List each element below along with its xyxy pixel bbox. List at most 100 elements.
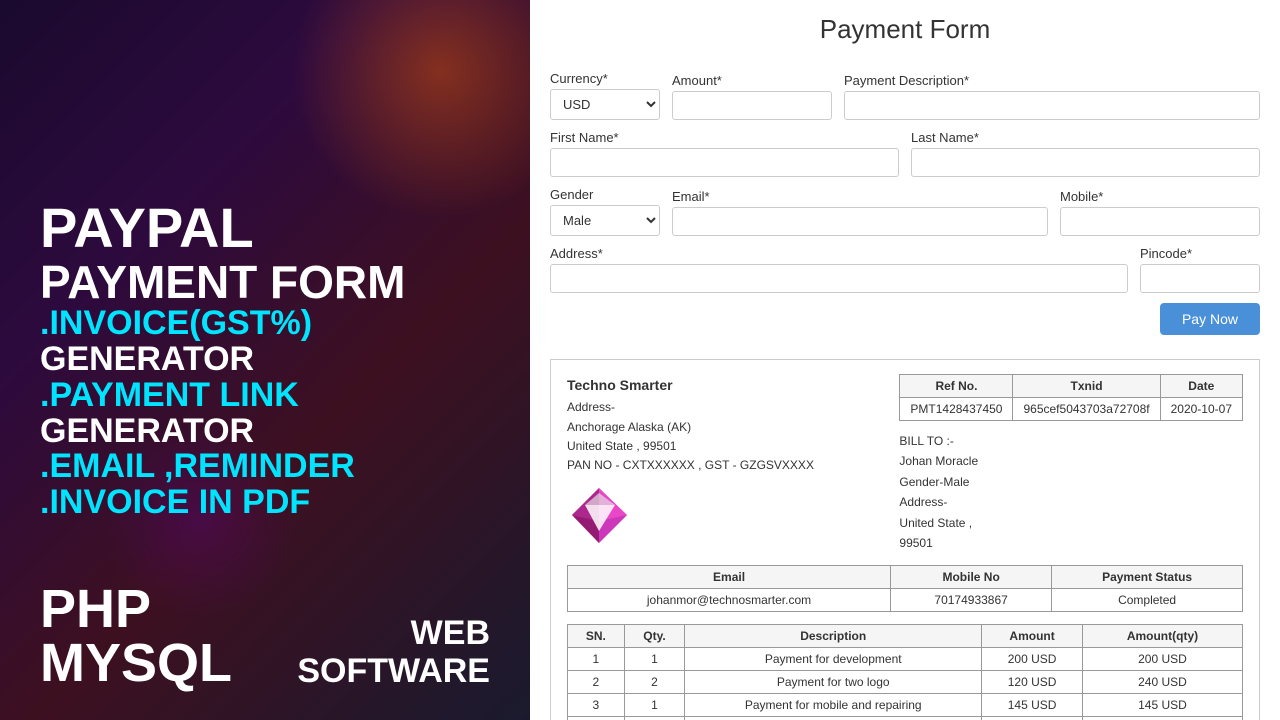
payment-desc-group: Payment Description* (844, 73, 1260, 120)
pincode-input[interactable] (1140, 264, 1260, 293)
gender-select[interactable]: Male Female Other (550, 205, 660, 236)
logo-area (567, 483, 814, 548)
payment-status-value: Completed (1052, 589, 1243, 612)
form-row-3: Gender Male Female Other Email* Mobile* (550, 187, 1260, 236)
left-content: PAYPAL PAYMENT FORM .INVOICE(GST%) GENER… (40, 199, 490, 520)
gender-group: Gender Male Female Other (550, 187, 660, 236)
item-qty: 1 (624, 648, 684, 671)
item-desc: Payment for development (685, 648, 982, 671)
ref-no-header: Ref No. (900, 375, 1013, 398)
right-panel: Payment Form Currency* USD EUR GBP INR A… (530, 0, 1280, 720)
date-value: 2020-10-07 (1160, 398, 1242, 421)
mobile-value: 70174933867 (891, 589, 1052, 612)
gender-label: Gender (550, 187, 660, 202)
lp-invoice-gst: .INVOICE(GST%) (40, 306, 490, 342)
address-group: Address* (550, 246, 1128, 293)
bill-name: Johan Moracle (899, 451, 1243, 471)
payment-status-header: Payment Status (1052, 566, 1243, 589)
mobile-input[interactable] (1060, 207, 1260, 236)
mobile-label: Mobile* (1060, 189, 1260, 204)
email-value: johanmor@technosmarter.com (568, 589, 891, 612)
currency-group: Currency* USD EUR GBP INR (550, 71, 660, 120)
invoice-header: Techno Smarter Address- Anchorage Alaska… (567, 374, 1243, 553)
firstname-group: First Name* (550, 130, 899, 177)
bill-to-label: BILL TO :- (899, 431, 1243, 451)
pincode-group: Pincode* (1140, 246, 1260, 293)
txnid-value: 965cef5043703a72708f (1013, 398, 1160, 421)
lp-generator1: GENERATOR (40, 342, 490, 378)
items-header-sn: SN. (568, 625, 625, 648)
item-sn: 3 (568, 694, 625, 717)
item-qty: 1 (624, 694, 684, 717)
item-sn: 2 (568, 671, 625, 694)
email-label: Email* (672, 189, 1048, 204)
left-bottom: PHPMYSQL WEBSOFTWARE (0, 582, 530, 690)
item-amount: 120 USD (982, 671, 1083, 694)
email-header: Email (568, 566, 891, 589)
item-amount: 145 USD (982, 694, 1083, 717)
lp-payment-form: PAYMENT FORM (40, 258, 490, 306)
bill-address: Address- (899, 492, 1243, 512)
lp-invoice-pdf: .INVOICE IN PDF (40, 485, 490, 521)
lp-payment-link: .PAYMENT LINK (40, 378, 490, 414)
ref-no-value: PMT1428437450 (900, 398, 1013, 421)
company-name: Techno Smarter (567, 374, 814, 396)
left-panel: PAYPAL PAYMENT FORM .INVOICE(GST%) GENER… (0, 0, 530, 720)
payment-form: Currency* USD EUR GBP INR Amount* Paymen… (550, 61, 1260, 359)
lp-email-reminder: .EMAIL ,REMINDER (40, 449, 490, 485)
items-header-desc: Description (685, 625, 982, 648)
mobile-header: Mobile No (891, 566, 1052, 589)
lastname-label: Last Name* (911, 130, 1260, 145)
item-amount: 200 USD (982, 648, 1083, 671)
invoice-section: Techno Smarter Address- Anchorage Alaska… (550, 359, 1260, 720)
email-group: Email* (672, 189, 1048, 236)
firstname-label: First Name* (550, 130, 899, 145)
form-row-2: First Name* Last Name* (550, 130, 1260, 177)
lp-generator2: GENERATOR (40, 414, 490, 450)
page-title: Payment Form (550, 14, 1260, 45)
items-header-amount-qty: Amount(qty) (1082, 625, 1242, 648)
item-sn: 1 (568, 648, 625, 671)
form-row-1: Currency* USD EUR GBP INR Amount* Paymen… (550, 71, 1260, 120)
table-row: 2 2 Payment for two logo 120 USD 240 USD (568, 671, 1243, 694)
items-header-qty: Qty. (624, 625, 684, 648)
currency-select[interactable]: USD EUR GBP INR (550, 89, 660, 120)
bill-to: BILL TO :- Johan Moracle Gender-Male Add… (899, 431, 1243, 553)
lastname-input[interactable] (911, 148, 1260, 177)
lp-paypal: PAYPAL (40, 199, 490, 258)
pincode-label: Pincode* (1140, 246, 1260, 261)
items-header-amount: Amount (982, 625, 1083, 648)
address-label: Address* (550, 246, 1128, 261)
company-country: United State , 99501 (567, 437, 814, 456)
lp-php-mysql: PHPMYSQL (40, 582, 232, 690)
lastname-group: Last Name* (911, 130, 1260, 177)
table-row: 3 1 Payment for mobile and repairing 145… (568, 694, 1243, 717)
item-desc: Payment for mobile and repairing (685, 694, 982, 717)
contact-table: Email Mobile No Payment Status johanmor@… (567, 565, 1243, 612)
mobile-group: Mobile* (1060, 189, 1260, 236)
payment-desc-input[interactable] (844, 91, 1260, 120)
firstname-input[interactable] (550, 148, 899, 177)
company-info: Techno Smarter Address- Anchorage Alaska… (567, 374, 814, 475)
item-desc: Payment for two logo (685, 671, 982, 694)
table-row: 1 1 Payment for development 200 USD 200 … (568, 648, 1243, 671)
ref-table-area: Ref No. Txnid Date PMT1428437450 965cef5… (899, 374, 1243, 553)
company-pan: PAN NO - CXTXXXXXX , GST - GZGSVXXXX (567, 456, 814, 475)
company-info-area: Techno Smarter Address- Anchorage Alaska… (567, 374, 814, 548)
email-input[interactable] (672, 207, 1048, 236)
pay-now-button[interactable]: Pay Now (1160, 303, 1260, 335)
lp-web-software: WEBSOFTWARE (297, 615, 490, 690)
amount-input[interactable] (672, 91, 832, 120)
bill-country: United State , (899, 513, 1243, 533)
amount-label: Amount* (672, 73, 832, 88)
bill-pincode: 99501 (899, 533, 1243, 553)
form-row-4: Address* Pincode* (550, 246, 1260, 293)
company-logo (567, 483, 632, 548)
address-input[interactable] (550, 264, 1128, 293)
company-city: Anchorage Alaska (AK) (567, 418, 814, 437)
date-header: Date (1160, 375, 1242, 398)
bill-gender: Gender-Male (899, 472, 1243, 492)
pay-now-row: Pay Now (550, 303, 1260, 335)
amount-group: Amount* (672, 73, 832, 120)
item-amount-qty: 200 USD (1082, 648, 1242, 671)
